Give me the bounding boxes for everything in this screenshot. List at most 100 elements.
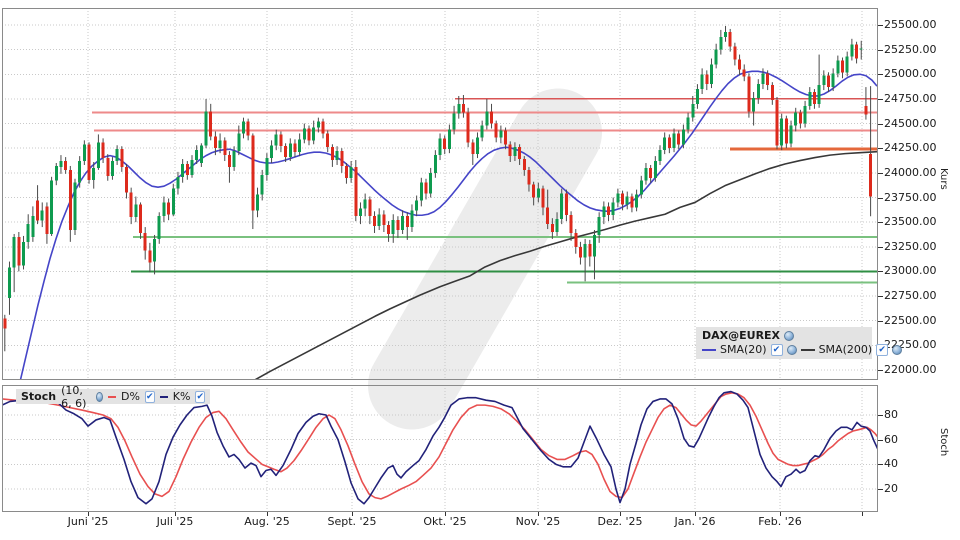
candle[interactable] [639,180,643,195]
candle[interactable] [223,140,227,156]
candle[interactable] [134,204,138,218]
candle[interactable] [855,44,859,59]
candle[interactable] [447,129,451,150]
candle[interactable] [7,267,11,299]
candle[interactable] [40,210,44,221]
candle[interactable] [368,199,372,217]
candle[interactable] [209,111,213,137]
candle[interactable] [653,161,657,178]
candle[interactable] [752,97,756,112]
candle[interactable] [349,166,353,178]
candle[interactable] [354,166,358,217]
candle[interactable] [546,207,550,225]
candle[interactable] [681,129,685,145]
candle[interactable] [148,250,152,263]
sma200-checkbox[interactable]: ✔ [876,344,889,356]
candle[interactable] [667,137,671,149]
candle[interactable] [68,169,72,231]
candle[interactable] [611,202,615,216]
candle[interactable] [527,169,531,185]
candle[interactable] [438,138,442,156]
candle[interactable] [124,166,128,193]
candle[interactable] [471,142,475,155]
candle[interactable] [195,150,199,161]
candle[interactable] [672,133,676,149]
candle[interactable] [120,149,124,167]
candle[interactable] [256,194,260,211]
candle[interactable] [302,128,306,140]
candle[interactable] [167,202,171,215]
candle[interactable] [784,118,788,144]
candle[interactable] [494,123,498,138]
candle[interactable] [312,127,316,141]
candle[interactable] [139,204,143,233]
candle[interactable] [522,159,526,170]
candle[interactable] [803,105,807,124]
candle[interactable] [92,167,96,180]
candle[interactable] [279,134,283,147]
candle[interactable] [377,214,381,227]
candle[interactable] [841,60,845,73]
candle[interactable] [157,216,161,239]
candle[interactable] [96,142,100,168]
candle[interactable] [485,111,489,126]
candle[interactable] [373,216,377,227]
candle[interactable] [415,200,419,211]
k-checkbox[interactable]: ✔ [195,390,205,403]
candle[interactable] [536,188,540,198]
candle[interactable] [775,99,779,146]
candle[interactable] [569,215,573,233]
candle[interactable] [424,182,428,194]
candle[interactable] [429,172,433,194]
candle[interactable] [50,180,54,234]
candle[interactable] [64,161,68,170]
globe-icon[interactable] [892,345,903,355]
candle[interactable] [738,59,742,70]
candle[interactable] [443,138,447,150]
candle[interactable] [836,60,840,74]
candle[interactable] [513,147,517,157]
candle[interactable] [185,163,189,175]
candle[interactable] [658,150,662,162]
candle[interactable] [433,155,437,173]
candle[interactable] [705,74,709,85]
candle[interactable] [869,154,873,197]
candle[interactable] [17,236,21,266]
candle[interactable] [241,121,245,134]
globe-icon[interactable] [786,345,797,355]
candle[interactable] [265,158,269,175]
stochastic-canvas[interactable] [2,385,878,512]
price-chart-canvas[interactable] [2,8,878,380]
candle[interactable] [480,125,484,138]
candle[interactable] [560,193,564,220]
candle[interactable] [798,112,802,124]
candle[interactable] [607,206,611,216]
candle[interactable] [78,161,82,183]
candle[interactable] [260,174,264,195]
candle[interactable] [227,155,231,167]
candle[interactable] [387,225,391,234]
candle[interactable] [564,193,568,216]
candle[interactable] [588,243,592,257]
candle[interactable] [663,137,667,151]
candle[interactable] [845,56,849,73]
candle[interactable] [597,217,601,235]
candle[interactable] [475,137,479,155]
candle[interactable] [419,182,423,201]
candle[interactable] [504,130,508,145]
candle[interactable] [284,146,288,158]
candle[interactable] [36,200,40,221]
candle[interactable] [714,49,718,65]
candle[interactable] [326,133,330,148]
candle[interactable] [691,103,695,118]
candle[interactable] [756,84,760,98]
candle[interactable] [12,236,16,268]
candle[interactable] [532,184,536,198]
candle[interactable] [176,176,180,189]
candle[interactable] [812,92,816,104]
candle[interactable] [541,188,545,208]
candle[interactable] [340,151,344,166]
candle[interactable] [73,182,77,231]
candle[interactable] [621,193,625,205]
candle[interactable] [508,144,512,157]
